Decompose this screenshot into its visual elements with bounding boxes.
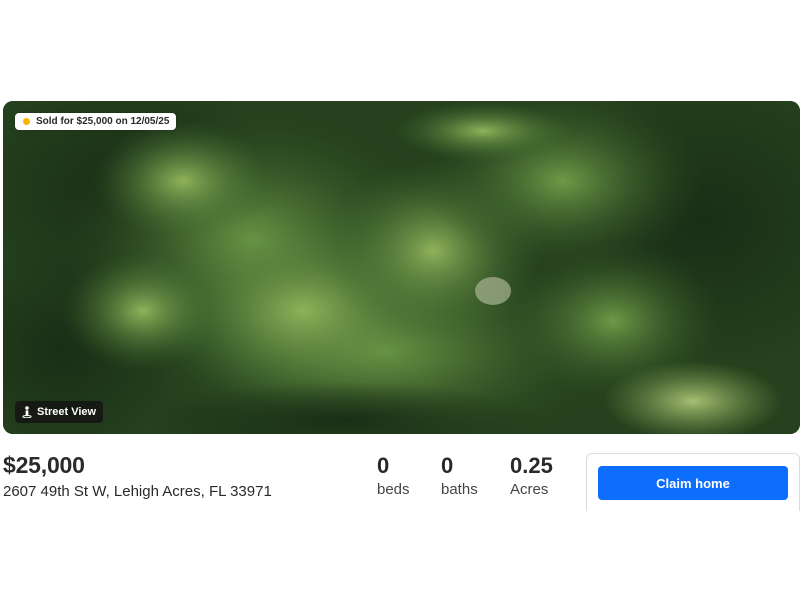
property-page: Sold for $25,000 on 12/05/25 Street View…	[0, 0, 811, 608]
acres-stat: 0.25 Acres	[510, 453, 553, 498]
beds-stat: 0 beds	[377, 453, 410, 498]
claim-home-button[interactable]: Claim home	[598, 466, 788, 500]
street-view-button[interactable]: Street View	[15, 401, 104, 423]
property-photo[interactable]: Sold for $25,000 on 12/05/25 Street View	[3, 101, 800, 434]
sold-status-text: Sold for $25,000 on 12/05/25	[36, 116, 170, 127]
listing-address: 2607 49th St W, Lehigh Acres, FL 33971	[3, 483, 272, 500]
listing-price: $25,000	[3, 452, 85, 478]
claim-home-panel: Claim home	[586, 453, 800, 511]
baths-value: 0	[441, 453, 454, 478]
sold-status-badge: Sold for $25,000 on 12/05/25	[15, 113, 177, 130]
pegman-icon	[22, 406, 32, 418]
dot-icon	[23, 118, 30, 125]
acres-label: Acres	[510, 481, 549, 498]
baths-stat: 0 baths	[441, 453, 478, 498]
acres-value: 0.25	[510, 453, 553, 478]
beds-label: beds	[377, 481, 410, 498]
baths-label: baths	[441, 481, 478, 498]
tree-foliage-image	[3, 101, 800, 434]
beds-value: 0	[377, 453, 390, 478]
street-view-label: Street View	[37, 406, 97, 418]
